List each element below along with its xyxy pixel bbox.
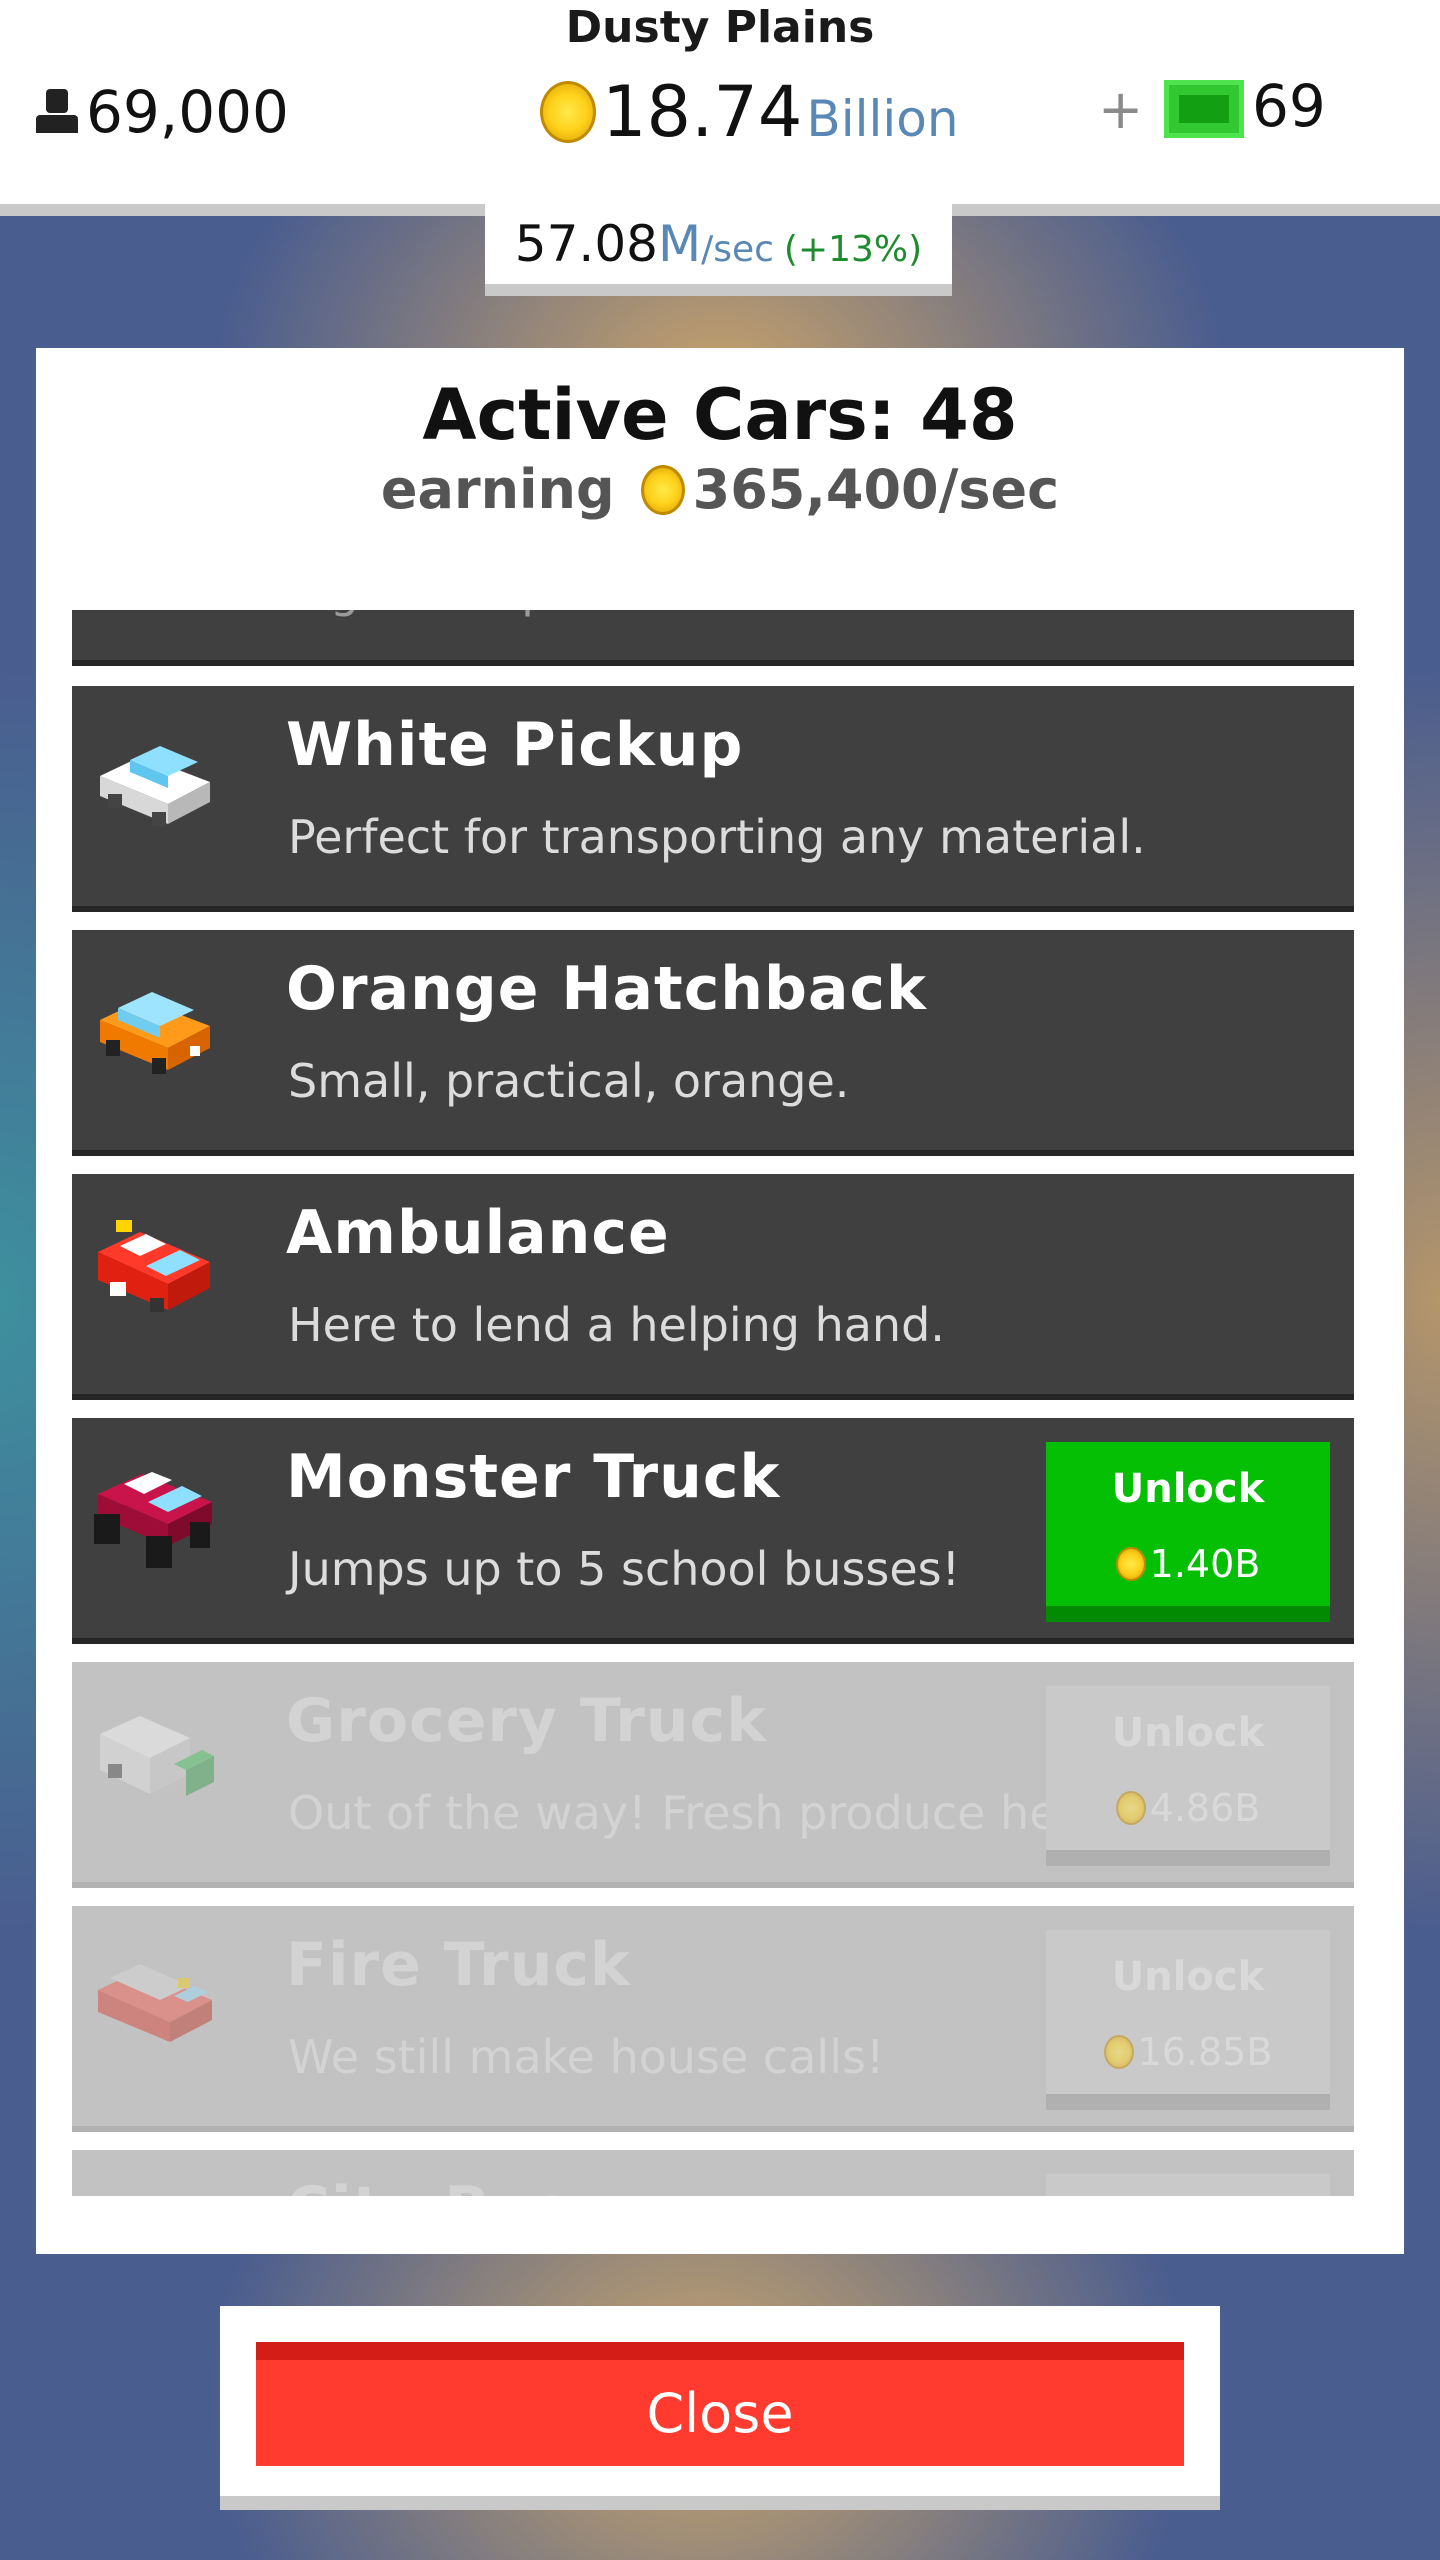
money-display: 18.74 Billion	[540, 66, 959, 158]
income-rate-tab: 57.08 M /sec (+13%)	[485, 204, 952, 296]
grocery-truck-icon	[100, 1716, 214, 1796]
unlock-button-disabled: Unlock 16.85B	[1046, 1930, 1330, 2110]
car-row-grocery-truck: Grocery Truck Out of the way! Fresh prod…	[72, 1662, 1354, 1888]
person-icon	[36, 87, 78, 137]
earning-label: earning	[380, 458, 615, 521]
ambulance-icon	[98, 1220, 210, 1312]
car-description: We still make house calls!	[288, 2030, 885, 2084]
rate-unit: M	[657, 215, 702, 273]
car-description: Perfect for transporting any material.	[288, 810, 1146, 864]
car-row-city-bus: City Bus	[72, 2150, 1354, 2196]
unlock-button[interactable]: Unlock 1.40B	[1046, 1442, 1330, 1622]
active-cars-panel: Active Cars: 48 earning 365,400/sec Sign…	[36, 348, 1404, 2254]
car-name: Fire Truck	[286, 1930, 631, 2000]
add-cash-button[interactable]: +	[1098, 78, 1143, 141]
earning-row: earning 365,400/sec	[36, 458, 1404, 521]
white-pickup-icon	[100, 746, 210, 826]
close-button-frame: Close	[220, 2306, 1220, 2510]
panel-title: Active Cars: 48	[422, 374, 1018, 456]
city-bus-icon	[90, 2182, 220, 2196]
monster-truck-icon	[94, 1472, 212, 1568]
unlock-price: 4.86B	[1046, 1786, 1330, 1830]
car-row[interactable]: Sign here please!	[72, 610, 1354, 666]
car-description: Sign here please!	[288, 610, 690, 618]
money-unit: Billion	[806, 90, 959, 148]
car-name: City Bus	[286, 2174, 571, 2196]
cash-icon[interactable]	[1164, 80, 1244, 138]
rate-per-sec: /sec	[701, 228, 774, 270]
population-display: 69,000	[36, 72, 289, 152]
car-row-orange-hatchback[interactable]: Orange Hatchback Small, practical, orang…	[72, 930, 1354, 1156]
coin-icon	[1115, 1547, 1146, 1581]
unlock-button-disabled: Unlock 4.86B	[1046, 1686, 1330, 1866]
price-value: 4.86B	[1149, 1786, 1261, 1830]
price-value: 16.85B	[1137, 2030, 1273, 2074]
earning-value: 365,400/sec	[692, 458, 1060, 521]
coin-icon	[640, 464, 685, 515]
rate-value: 57.08	[514, 215, 658, 273]
car-name: Orange Hatchback	[286, 954, 927, 1024]
unlock-button-disabled	[1046, 2174, 1330, 2196]
top-status-bar: Dusty Plains 69,000 18.74 Billion + 69	[0, 0, 1440, 216]
close-button[interactable]: Close	[256, 2342, 1184, 2466]
orange-hatchback-icon	[100, 992, 210, 1074]
car-name: Grocery Truck	[286, 1686, 768, 1756]
fire-truck-icon	[98, 1964, 212, 2042]
car-description: Jumps up to 5 school busses!	[288, 1542, 961, 1596]
car-row-white-pickup[interactable]: White Pickup Perfect for transporting an…	[72, 686, 1354, 912]
rate-boost: (+13%)	[783, 228, 923, 270]
unlock-price: 1.40B	[1046, 1542, 1330, 1586]
map-name: Dusty Plains	[565, 2, 875, 53]
car-description: Out of the way! Fresh produce here!	[288, 1786, 1123, 1840]
unlock-label: Unlock	[1111, 1710, 1265, 1756]
car-name: Ambulance	[286, 1198, 670, 1268]
car-row-monster-truck[interactable]: Monster Truck Jumps up to 5 school busse…	[72, 1418, 1354, 1644]
car-description: Here to lend a helping hand.	[288, 1298, 945, 1352]
car-description: Small, practical, orange.	[288, 1054, 850, 1108]
coin-icon	[1103, 2035, 1134, 2069]
unlock-label: Unlock	[1111, 1466, 1265, 1512]
price-value: 1.40B	[1149, 1542, 1261, 1586]
car-row-fire-truck: Fire Truck We still make house calls! Un…	[72, 1906, 1354, 2132]
car-row-ambulance[interactable]: Ambulance Here to lend a helping hand.	[72, 1174, 1354, 1400]
coin-icon	[540, 81, 596, 143]
cash-value: 69	[1252, 72, 1326, 140]
population-value: 69,000	[86, 78, 289, 146]
car-name: White Pickup	[286, 710, 744, 780]
car-list[interactable]: Sign here please! White Pickup Perfect f…	[72, 610, 1354, 2196]
car-name: Monster Truck	[286, 1442, 781, 1512]
money-value: 18.74	[602, 71, 803, 153]
coin-icon	[1115, 1791, 1146, 1825]
unlock-price: 16.85B	[1046, 2030, 1330, 2074]
unlock-label: Unlock	[1111, 1954, 1265, 2000]
